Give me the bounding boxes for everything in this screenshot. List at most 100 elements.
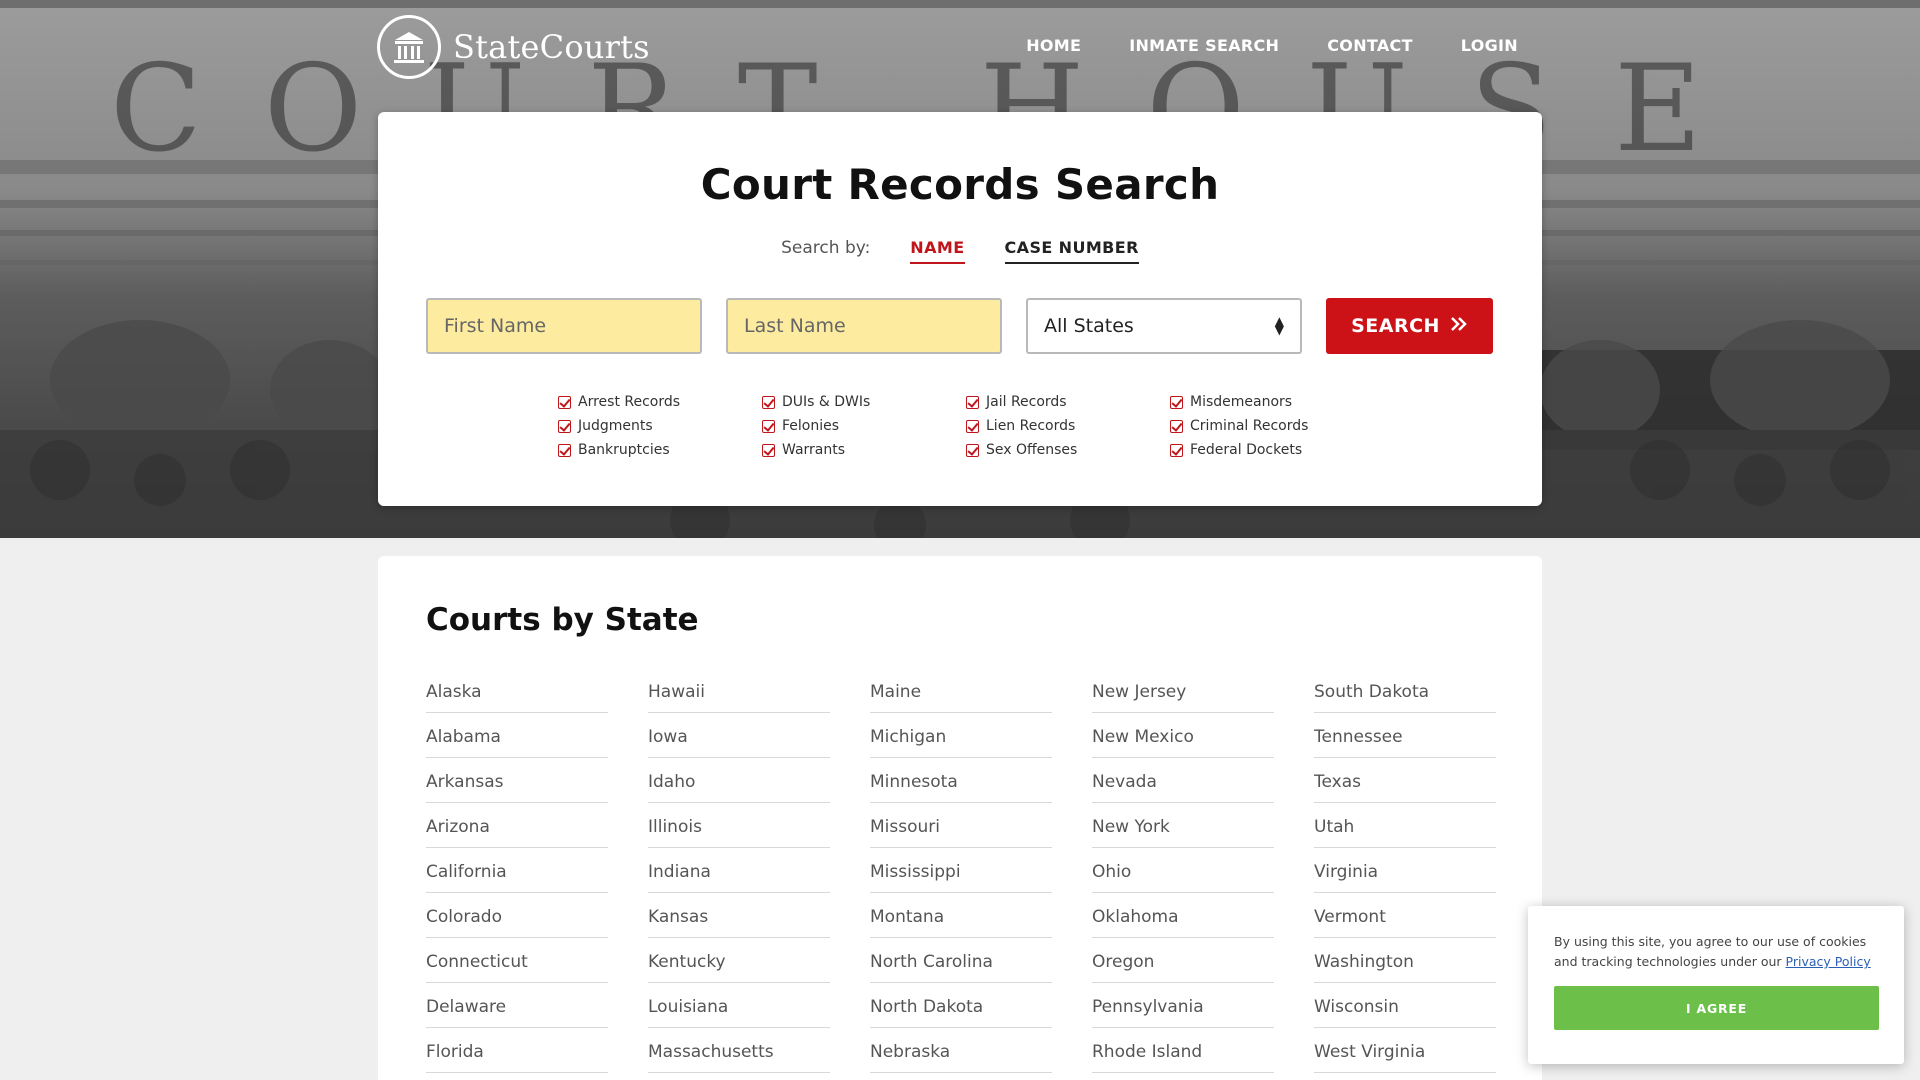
state-link[interactable]: Kentucky <box>648 938 830 983</box>
state-link[interactable]: New Jersey <box>1092 668 1274 713</box>
checkbox-icon <box>1170 419 1183 433</box>
search-card: Court Records Search Search by: NAME CAS… <box>378 112 1542 506</box>
list-item: Judgments <box>558 414 762 438</box>
last-name-input[interactable] <box>744 315 984 337</box>
state-link[interactable]: Arkansas <box>426 758 608 803</box>
state-link[interactable]: Nebraska <box>870 1028 1052 1073</box>
state-link[interactable]: Missouri <box>870 803 1052 848</box>
state-link[interactable]: Oregon <box>1092 938 1274 983</box>
cookie-agree-button[interactable]: I AGREE <box>1554 986 1879 1030</box>
list-item: Sex Offenses <box>966 438 1170 462</box>
state-link[interactable]: Maine <box>870 668 1052 713</box>
state-link[interactable]: Pennsylvania <box>1092 983 1274 1028</box>
state-link[interactable]: Vermont <box>1314 893 1496 938</box>
checkbox-icon <box>762 419 775 433</box>
state-link[interactable]: West Virginia <box>1314 1028 1496 1073</box>
search-button-label: SEARCH <box>1351 315 1440 337</box>
search-by-label: Search by: <box>781 238 871 258</box>
state-link[interactable]: Idaho <box>648 758 830 803</box>
nav-login[interactable]: LOGIN <box>1461 36 1518 55</box>
state-link[interactable]: Wisconsin <box>1314 983 1496 1028</box>
state-link[interactable]: South Dakota <box>1314 668 1496 713</box>
record-types-col-1: Arrest Records Judgments Bankruptcies <box>558 390 762 462</box>
state-link[interactable]: Oklahoma <box>1092 893 1274 938</box>
nav-inmate-search[interactable]: INMATE SEARCH <box>1129 36 1279 55</box>
state-link[interactable]: Iowa <box>648 713 830 758</box>
select-arrows-icon: ▲ ▼ <box>1274 314 1284 337</box>
state-link[interactable]: North Carolina <box>870 938 1052 983</box>
list-item: Arrest Records <box>558 390 762 414</box>
checkbox-icon <box>966 395 979 409</box>
list-item: Lien Records <box>966 414 1170 438</box>
state-link[interactable]: Massachusetts <box>648 1028 830 1073</box>
state-link[interactable]: Ohio <box>1092 848 1274 893</box>
privacy-policy-link[interactable]: Privacy Policy <box>1786 954 1871 969</box>
state-link[interactable]: Louisiana <box>648 983 830 1028</box>
state-link[interactable]: Colorado <box>426 893 608 938</box>
list-item: Bankruptcies <box>558 438 762 462</box>
state-link[interactable]: California <box>426 848 608 893</box>
state-column: New Jersey New Mexico Nevada New York Ohio Ok… <box>1092 668 1274 1073</box>
state-column: Maine Michigan Minnesota Missouri Mississipp… <box>870 668 1052 1073</box>
search-form: All States ▲▼ SEARCH <box>426 298 1493 354</box>
state-select-value: All States <box>1044 315 1134 337</box>
double-chevron-right-icon <box>1450 315 1468 337</box>
nav-home[interactable]: HOME <box>1026 36 1081 55</box>
state-link[interactable]: Montana <box>870 893 1052 938</box>
state-link[interactable]: Rhode Island <box>1092 1028 1274 1073</box>
state-link[interactable]: Washington <box>1314 938 1496 983</box>
state-column: Alaska Alabama Arkansas Arizona California Co… <box>426 668 608 1073</box>
search-button[interactable]: SEARCH <box>1326 298 1493 354</box>
state-link[interactable]: Texas <box>1314 758 1496 803</box>
main-nav: HOME INMATE SEARCH CONTACT LOGIN <box>1026 36 1518 55</box>
state-select[interactable]: All States ▲ ▼ <box>1026 298 1302 354</box>
state-link[interactable]: Hawaii <box>648 668 830 713</box>
state-link[interactable]: Delaware <box>426 983 608 1028</box>
list-item: Warrants <box>762 438 966 462</box>
record-types: Arrest Records Judgments Bankruptcies DU… <box>558 390 1374 462</box>
tab-name[interactable]: NAME <box>910 238 965 264</box>
state-link[interactable]: Connecticut <box>426 938 608 983</box>
state-link[interactable]: Utah <box>1314 803 1496 848</box>
state-link[interactable]: Kansas <box>648 893 830 938</box>
state-link[interactable]: North Dakota <box>870 983 1052 1028</box>
courts-by-state-title: Courts by State <box>426 602 699 638</box>
state-link[interactable]: Florida <box>426 1028 608 1073</box>
state-link[interactable]: New Mexico <box>1092 713 1274 758</box>
state-link[interactable]: Nevada <box>1092 758 1274 803</box>
tab-case-number[interactable]: CASE NUMBER <box>1004 238 1139 264</box>
state-link[interactable]: Minnesota <box>870 758 1052 803</box>
state-link[interactable]: Michigan <box>870 713 1052 758</box>
list-item: Criminal Records <box>1170 414 1374 438</box>
states-grid: Alaska Alabama Arkansas Arizona California Co… <box>426 668 1496 1073</box>
state-link[interactable]: New York <box>1092 803 1274 848</box>
checkbox-icon <box>558 443 571 457</box>
checkbox-icon <box>966 419 979 433</box>
search-title: Court Records Search <box>700 160 1220 209</box>
list-item: Felonies <box>762 414 966 438</box>
state-link[interactable]: Illinois <box>648 803 830 848</box>
checkbox-icon <box>558 395 571 409</box>
first-name-wrapper <box>426 298 702 354</box>
state-link[interactable]: Alaska <box>426 668 608 713</box>
state-link[interactable]: Virginia <box>1314 848 1496 893</box>
checkbox-icon <box>558 419 571 433</box>
search-by-tabs: Search by: NAME CASE NUMBER <box>378 238 1542 264</box>
last-name-wrapper <box>726 298 1002 354</box>
list-item: DUIs & DWIs <box>762 390 966 414</box>
state-column: Hawaii Iowa Idaho Illinois Indiana Kansas Kent… <box>648 668 830 1073</box>
state-link[interactable]: Indiana <box>648 848 830 893</box>
record-types-col-2: DUIs & DWIs Felonies Warrants <box>762 390 966 462</box>
nav-contact[interactable]: CONTACT <box>1327 36 1413 55</box>
courts-by-state-card: Courts by State Alaska Alabama Arkansas Ari… <box>378 556 1542 1080</box>
brand-logo[interactable]: StateCourts <box>377 15 650 79</box>
state-link[interactable]: Arizona <box>426 803 608 848</box>
first-name-input[interactable] <box>444 315 684 337</box>
list-item: Misdemeanors <box>1170 390 1374 414</box>
state-link[interactable]: Mississippi <box>870 848 1052 893</box>
state-link[interactable]: Tennessee <box>1314 713 1496 758</box>
checkbox-icon <box>966 443 979 457</box>
state-link[interactable]: Alabama <box>426 713 608 758</box>
record-types-col-4: Misdemeanors Criminal Records Federal Do… <box>1170 390 1374 462</box>
list-item: Federal Dockets <box>1170 438 1374 462</box>
